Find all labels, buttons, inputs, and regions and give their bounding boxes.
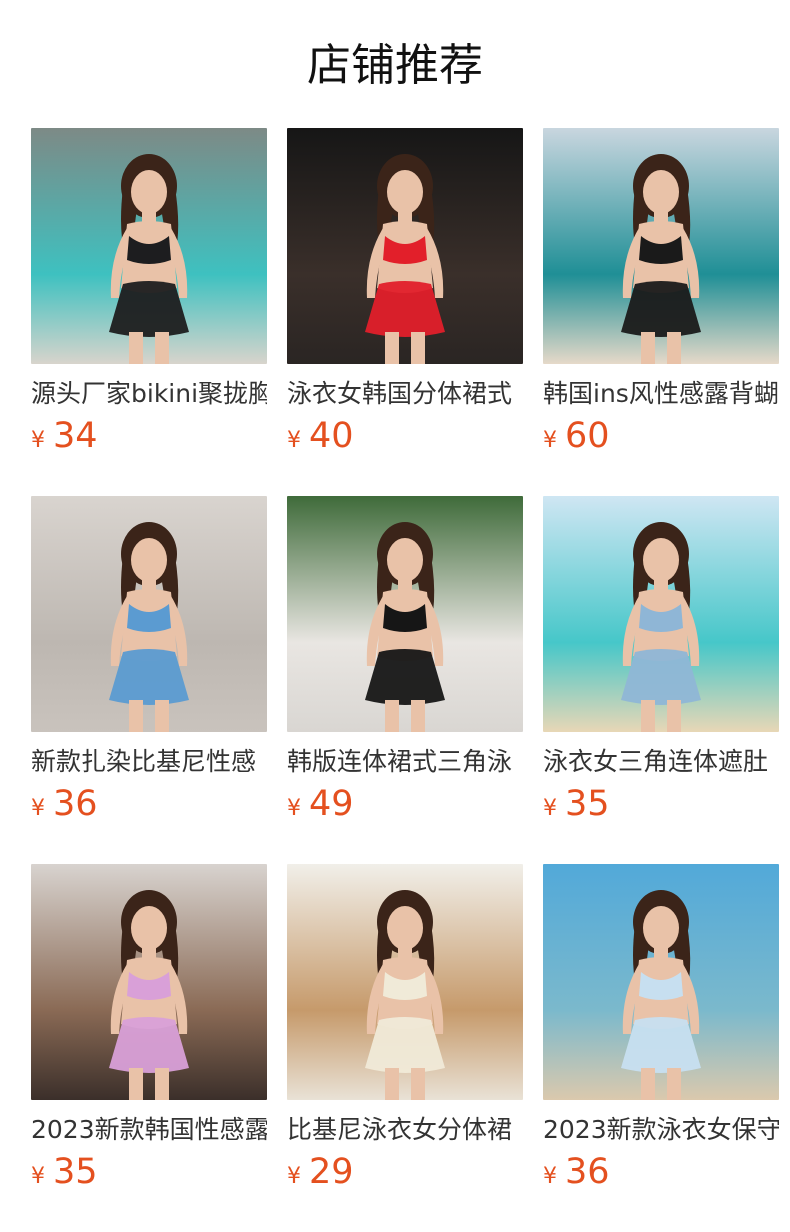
product-card[interactable]: 泳衣女韩国分体裙式 ¥40	[287, 128, 523, 496]
product-price: ¥36	[543, 1152, 779, 1198]
product-image[interactable]	[287, 128, 523, 364]
product-name[interactable]: 2023新款韩国性感露	[31, 1114, 267, 1146]
currency-symbol: ¥	[287, 1164, 301, 1189]
product-price: ¥35	[31, 1152, 267, 1198]
product-card[interactable]: 2023新款韩国性感露 ¥35	[31, 864, 267, 1232]
product-price: ¥36	[31, 784, 267, 830]
product-name[interactable]: 泳衣女韩国分体裙式	[287, 378, 523, 410]
product-price: ¥35	[543, 784, 779, 830]
price-value: 29	[309, 1152, 354, 1192]
product-image[interactable]	[31, 128, 267, 364]
price-value: 35	[53, 1152, 98, 1192]
price-value: 40	[309, 416, 354, 456]
currency-symbol: ¥	[31, 428, 45, 453]
currency-symbol: ¥	[543, 428, 557, 453]
product-name[interactable]: 泳衣女三角连体遮肚	[543, 746, 779, 778]
currency-symbol: ¥	[543, 796, 557, 821]
price-value: 34	[53, 416, 98, 456]
product-card[interactable]: 2023新款泳衣女保守 ¥36	[543, 864, 779, 1232]
price-value: 60	[565, 416, 610, 456]
product-name[interactable]: 2023新款泳衣女保守	[543, 1114, 779, 1146]
product-image[interactable]	[287, 864, 523, 1100]
product-image[interactable]	[543, 864, 779, 1100]
product-name[interactable]: 新款扎染比基尼性感	[31, 746, 267, 778]
product-image[interactable]	[287, 496, 523, 732]
product-price: ¥40	[287, 416, 523, 462]
price-value: 35	[565, 784, 610, 824]
product-name[interactable]: 韩国ins风性感露背蝴	[543, 378, 779, 410]
currency-symbol: ¥	[31, 1164, 45, 1189]
product-card[interactable]: 韩国ins风性感露背蝴 ¥60	[543, 128, 779, 496]
product-price: ¥34	[31, 416, 267, 462]
product-card[interactable]: 韩版连体裙式三角泳 ¥49	[287, 496, 523, 864]
product-card[interactable]: 泳衣女三角连体遮肚 ¥35	[543, 496, 779, 864]
product-card[interactable]: 新款扎染比基尼性感 ¥36	[31, 496, 267, 864]
product-price: ¥60	[543, 416, 779, 462]
page-title: 店铺推荐	[307, 40, 483, 91]
currency-symbol: ¥	[287, 796, 301, 821]
price-value: 49	[309, 784, 354, 824]
product-image[interactable]	[31, 496, 267, 732]
product-price: ¥29	[287, 1152, 523, 1198]
product-image[interactable]	[543, 128, 779, 364]
price-value: 36	[565, 1152, 610, 1192]
price-value: 36	[53, 784, 98, 824]
currency-symbol: ¥	[287, 428, 301, 453]
product-card[interactable]: 比基尼泳衣女分体裙 ¥29	[287, 864, 523, 1232]
recommendation-page: 店铺推荐 源头厂家bikini聚拢胸 ¥ 34 泳衣女韩国分体裙式 ¥ 40 韩…	[0, 0, 790, 1232]
product-image[interactable]	[31, 864, 267, 1100]
product-name[interactable]: 源头厂家bikini聚拢胸	[31, 378, 267, 410]
product-name[interactable]: 比基尼泳衣女分体裙	[287, 1114, 523, 1146]
product-grid: 源头厂家bikini聚拢胸 ¥34 泳衣女韩国分体裙式 ¥ 40 韩国ins风性…	[31, 128, 779, 1232]
product-image[interactable]	[543, 496, 779, 732]
product-card[interactable]: 源头厂家bikini聚拢胸 ¥34	[31, 128, 267, 496]
product-name[interactable]: 韩版连体裙式三角泳	[287, 746, 523, 778]
product-price: ¥49	[287, 784, 523, 830]
currency-symbol: ¥	[543, 1164, 557, 1189]
currency-symbol: ¥	[31, 796, 45, 821]
